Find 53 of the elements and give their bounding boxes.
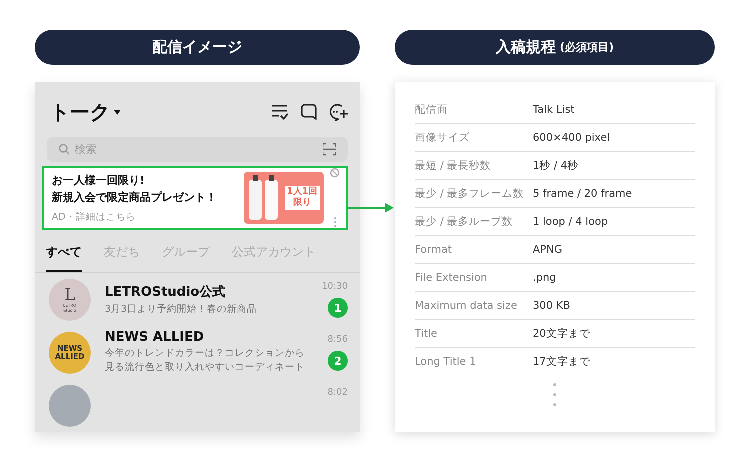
spec-value: 1 loop / 4 loop [533,216,608,228]
ad-headline: お一人様一回限り! [52,172,146,189]
spec-value: 17文字まで [533,354,590,368]
photo-placeholder [49,384,91,426]
spec-value: 600×400 pixel [533,132,610,144]
section-heading: 配信イメージ [35,30,360,65]
search-field[interactable]: 検索 [47,137,348,162]
spec-label: 最少 / 最多フレーム数 [415,186,526,200]
chat-preview: 3月3日より予約開始！春の新商品 [105,302,258,316]
spec-label: 配信面 [415,102,449,116]
spec-label: 画像サイズ [415,130,471,144]
spec-label: 最短 / 最長秒数 [415,158,492,172]
continuation-dots-icon [553,383,557,407]
spec-value: 300 KB [533,300,570,312]
spec-label: File Extension [415,272,488,284]
tab[interactable]: 友だち [104,242,140,272]
chat-preview: 今年のトレンドカラーは？コレクションから [105,347,306,361]
chat-preview: 見る流行色と取り入れやすいコーディネート [105,361,306,375]
caret-icon[interactable] [114,110,121,114]
unread-count: 2 [328,351,348,371]
chat-time: 8:56 [328,335,348,345]
spec-value: .png [533,272,556,284]
tab[interactable]: 公式アカウント [232,242,316,272]
spec-value: 5 frame / 20 frame [533,188,632,200]
chat-name: NEWS ALLIED [105,330,206,345]
spec-value: 20文字まで [533,326,590,340]
spec-label: Long Title 1 [415,356,478,368]
chat-name: LETROStudio公式 [105,284,227,300]
spec-value: Talk List [533,104,575,116]
chat-time: 8:02 [328,388,348,398]
spec-label: 最少 / 最多ループ数 [415,214,514,228]
spec-value: 1秒 / 4秒 [533,158,579,172]
spec-label: Title [415,328,439,340]
tab[interactable]: すべて [46,242,82,272]
arrow-connector [348,203,394,213]
spec-label: Format [415,244,454,256]
list-check-icon[interactable] [271,104,289,120]
ad-headline: 新規入会で限定商品プレゼント！ [52,190,218,206]
chat-add-icon[interactable] [329,104,348,120]
unread-count: 1 [328,298,348,318]
ad-banner-image: 1人1回 限り [244,172,324,224]
search-icon [59,144,70,155]
chat-time: 10:30 [322,282,348,292]
scan-icon[interactable] [323,142,336,156]
spec-value: APNG [533,244,563,256]
ad-card[interactable]: お一人様一回限り! 新規入会で限定商品プレゼント！ AD・詳細はこちら 1人1回 限り [42,166,348,230]
chat-bubble-icon[interactable] [301,104,317,120]
tab[interactable]: グループ [162,242,210,272]
ad-meta-link[interactable]: AD・詳細はこちら [52,210,244,224]
heading-note: (必須項目) [560,40,614,55]
section-heading: 入稿規程 [496,38,556,57]
screen-title: トーク [50,98,110,126]
spec-label: Maximum data size [415,300,518,312]
